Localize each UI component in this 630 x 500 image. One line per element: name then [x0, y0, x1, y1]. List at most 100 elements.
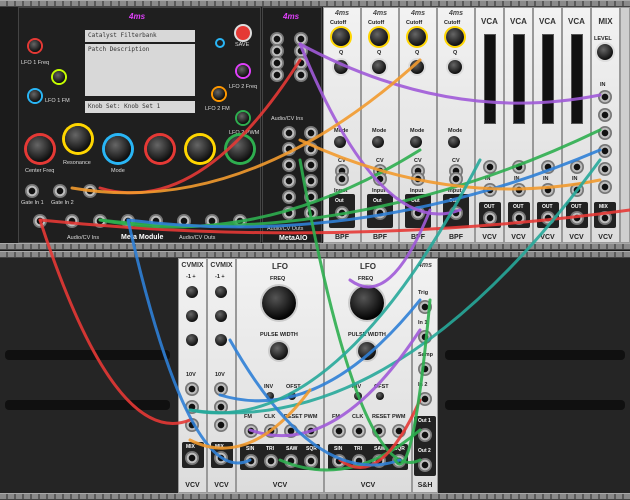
- lfo-2-freq-knob[interactable]: [350, 286, 384, 320]
- vca-4-in-jack[interactable]: [570, 183, 584, 197]
- lfo-2-pw-knob[interactable]: [358, 342, 376, 360]
- lfo-1-output-jack[interactable]: [264, 454, 278, 468]
- mix-out-jack[interactable]: [598, 211, 612, 225]
- vca-1-out-jack[interactable]: [483, 211, 497, 225]
- vca-2-cv-jack[interactable]: [512, 160, 526, 174]
- bpf-4-out-jack[interactable]: [449, 206, 463, 220]
- vca-2-in-jack[interactable]: [512, 183, 526, 197]
- lfo-2-ofst-switch[interactable]: [376, 392, 384, 400]
- vca-3-level-slider[interactable]: [542, 34, 554, 124]
- bpf-1-input-jack[interactable]: [335, 172, 349, 186]
- gate-in-1-jack[interactable]: [25, 184, 39, 198]
- bpf-3-input-jack[interactable]: [411, 172, 425, 186]
- vca-1-in-jack[interactable]: [483, 183, 497, 197]
- lfo2-freq-knob[interactable]: [237, 65, 249, 77]
- aio-out-jack[interactable]: [304, 174, 318, 188]
- audio-in-jack[interactable]: [33, 214, 47, 228]
- bpf-2-q-knob[interactable]: [372, 60, 386, 74]
- lfo-1-output-jack[interactable]: [284, 454, 298, 468]
- lfo-2-input-jack[interactable]: [332, 424, 346, 438]
- mix-in-jack[interactable]: [598, 90, 612, 104]
- vca-3-in-jack[interactable]: [541, 183, 555, 197]
- lfo1-freq-knob[interactable]: [29, 40, 41, 52]
- vca-3-out-jack[interactable]: [541, 211, 555, 225]
- cvmix-1-in-jack[interactable]: [185, 400, 199, 414]
- audio-out-jack[interactable]: [205, 214, 219, 228]
- aio-out-jack[interactable]: [304, 158, 318, 172]
- audio-in-jack[interactable]: [83, 184, 97, 198]
- lfo-1-inv-switch[interactable]: [266, 392, 274, 400]
- cvmix-2-in-jack[interactable]: [214, 400, 228, 414]
- vca-2-level-slider[interactable]: [513, 34, 525, 124]
- bpf-1-mode-knob[interactable]: [334, 136, 346, 148]
- vca-2-out-jack[interactable]: [512, 211, 526, 225]
- lfo-1-input-jack[interactable]: [284, 424, 298, 438]
- vca-4-out-jack[interactable]: [570, 211, 584, 225]
- lfo-2-input-jack[interactable]: [392, 424, 406, 438]
- bpf-4-mode-knob[interactable]: [448, 136, 460, 148]
- aio-out-jack[interactable]: [282, 174, 296, 188]
- lfo2-pwm-knob[interactable]: [237, 112, 249, 124]
- aio-out-jack[interactable]: [304, 126, 318, 140]
- knob-b[interactable]: [65, 126, 91, 152]
- mix-in-jack[interactable]: [598, 162, 612, 176]
- bpf-3-q-knob[interactable]: [410, 60, 424, 74]
- lfo-2-inv-switch[interactable]: [354, 392, 362, 400]
- sh-out1-jack[interactable]: [418, 428, 432, 442]
- cvmix-2-out-jack[interactable]: [214, 451, 228, 465]
- bpf-1-q-knob[interactable]: [334, 60, 348, 74]
- mix-in-jack[interactable]: [598, 144, 612, 158]
- cvmix-1-knob[interactable]: [186, 334, 198, 346]
- aio-in-jack[interactable]: [294, 68, 308, 82]
- lfo-1-ofst-switch[interactable]: [288, 392, 296, 400]
- knob-d[interactable]: [147, 136, 173, 162]
- cvmix-2-in-jack[interactable]: [214, 382, 228, 396]
- sh-jack[interactable]: [418, 362, 432, 376]
- knob-f[interactable]: [227, 136, 253, 162]
- vca-3-cv-jack[interactable]: [541, 160, 555, 174]
- vca-4-level-slider[interactable]: [571, 34, 583, 124]
- aio-out-jack[interactable]: [282, 126, 296, 140]
- vca-1-level-slider[interactable]: [484, 34, 496, 124]
- lfo-2-output-jack[interactable]: [352, 454, 366, 468]
- audio-in-jack[interactable]: [121, 214, 135, 228]
- cvmix-1-in-jack[interactable]: [185, 382, 199, 396]
- cvmix-2-knob[interactable]: [215, 286, 227, 298]
- cvmix-1-knob[interactable]: [186, 310, 198, 322]
- audio-out-jack[interactable]: [149, 214, 163, 228]
- lfo-2-input-jack[interactable]: [372, 424, 386, 438]
- sh-jack[interactable]: [418, 392, 432, 406]
- save-button[interactable]: [236, 26, 250, 40]
- cvmix-1-in-jack[interactable]: [185, 418, 199, 432]
- lfo-2-input-jack[interactable]: [352, 424, 366, 438]
- knob-c[interactable]: [105, 136, 131, 162]
- knob-a[interactable]: [27, 136, 53, 162]
- lfo1-fm-knob[interactable]: [53, 71, 65, 83]
- audio-in-jack[interactable]: [93, 214, 107, 228]
- mix-in-jack[interactable]: [598, 108, 612, 122]
- lfo-1-output-jack[interactable]: [244, 454, 258, 468]
- lfo-1-input-jack[interactable]: [264, 424, 278, 438]
- vca-4-cv-jack[interactable]: [570, 160, 584, 174]
- cvmix-1-out-jack[interactable]: [185, 451, 199, 465]
- sh-jack[interactable]: [418, 330, 432, 344]
- bpf-1-cutoff-knob[interactable]: [332, 28, 350, 46]
- lfo-2-output-jack[interactable]: [372, 454, 386, 468]
- audio-in-jack[interactable]: [65, 214, 79, 228]
- aio-out-jack[interactable]: [282, 206, 296, 220]
- cvmix-2-knob[interactable]: [215, 334, 227, 346]
- aio-out-jack[interactable]: [282, 142, 296, 156]
- bpf-4-input-jack[interactable]: [449, 172, 463, 186]
- sh-jack[interactable]: [418, 300, 432, 314]
- lfo-1-input-jack[interactable]: [244, 424, 258, 438]
- mix-level-knob[interactable]: [597, 44, 613, 60]
- bpf-4-q-knob[interactable]: [448, 60, 462, 74]
- knob-e[interactable]: [187, 136, 213, 162]
- bpf-3-cutoff-knob[interactable]: [408, 28, 426, 46]
- bpf-2-cutoff-knob[interactable]: [370, 28, 388, 46]
- lfo-1-pw-knob[interactable]: [270, 342, 288, 360]
- cvmix-1-knob[interactable]: [186, 286, 198, 298]
- bpf-2-out-jack[interactable]: [373, 206, 387, 220]
- mix-in-jack[interactable]: [598, 126, 612, 140]
- cvmix-2-knob[interactable]: [215, 310, 227, 322]
